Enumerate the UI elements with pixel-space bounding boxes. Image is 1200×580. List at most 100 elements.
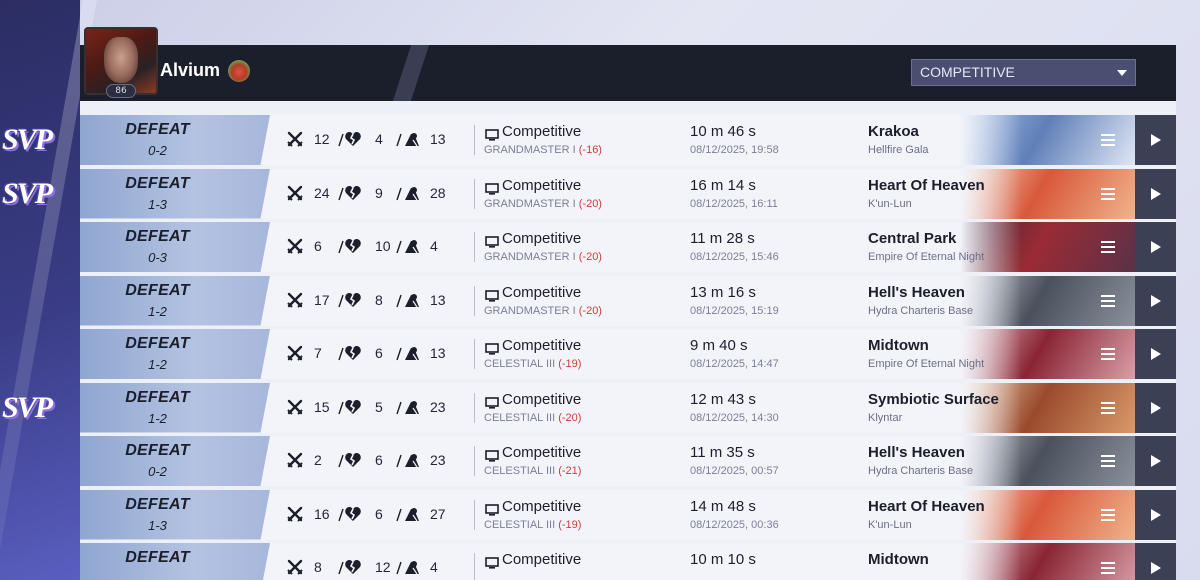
match-row[interactable]: DEFEAT 0-2 2 6 23 Competitive CELESTIAL … bbox=[80, 436, 1176, 486]
menu-icon[interactable] bbox=[1101, 187, 1115, 200]
play-replay-button[interactable] bbox=[1135, 489, 1176, 540]
mode-select-value: COMPETITIVE bbox=[920, 64, 1015, 80]
menu-icon[interactable] bbox=[1101, 348, 1115, 360]
match-row[interactable]: DEFEAT 1-2 15 5 23 Competitive CELESTIAL… bbox=[80, 382, 1176, 433]
map-subtitle: Klyntar bbox=[868, 411, 903, 424]
assists-value: 28 bbox=[430, 184, 446, 201]
kills-value: 6 bbox=[314, 238, 322, 254]
rank-change: (-16) bbox=[578, 144, 602, 156]
result-label: DEFEAT bbox=[125, 281, 190, 299]
play-replay-button[interactable] bbox=[1135, 115, 1176, 165]
svp-badge: SVP bbox=[2, 123, 53, 156]
monitor-icon bbox=[485, 126, 499, 141]
rank-change: (-19) bbox=[558, 518, 582, 531]
rank-text: GRANDMASTER I (-16) bbox=[484, 144, 602, 156]
play-replay-button[interactable] bbox=[1135, 436, 1176, 486]
menu-icon[interactable] bbox=[1101, 508, 1115, 521]
rank-change: (-20) bbox=[578, 304, 602, 317]
map-name: Heart Of Heaven bbox=[868, 176, 985, 194]
map-subtitle: K'un-Lun bbox=[868, 518, 912, 531]
map-name: Krakoa bbox=[868, 123, 919, 140]
match-row[interactable]: DEFEAT 0-3 6 10 4 Competitive GRANDMASTE… bbox=[80, 222, 1176, 272]
rank-change: (-20) bbox=[578, 197, 602, 210]
kills-icon bbox=[286, 184, 304, 202]
play-replay-button[interactable] bbox=[1135, 329, 1176, 379]
rank-text: CELESTIAL III (-21) bbox=[484, 465, 581, 477]
result-cell: DEFEAT 1-2 bbox=[80, 275, 270, 326]
column-divider bbox=[474, 553, 475, 580]
assists-value: 23 bbox=[430, 398, 446, 415]
play-replay-button[interactable] bbox=[1135, 222, 1176, 272]
match-row[interactable]: DEFEAT 1-3 16 6 27 Competitive CELESTIAL… bbox=[80, 489, 1176, 540]
result-label: DEFEAT bbox=[125, 228, 190, 245]
rank-name: CELESTIAL III bbox=[484, 465, 556, 477]
result-cell: DEFEAT 1-3 bbox=[80, 489, 270, 540]
match-row[interactable]: DEFEAT 1-2 7 6 13 Competitive CELESTIAL … bbox=[80, 329, 1176, 379]
assists-value: 4 bbox=[430, 559, 438, 575]
map-name: Hell's Heaven bbox=[868, 444, 965, 461]
rank-text: GRANDMASTER I (-20) bbox=[484, 305, 602, 317]
assists-icon bbox=[403, 558, 421, 576]
assists-icon bbox=[403, 184, 421, 202]
match-row[interactable]: DEFEAT 8 12 4 Competitive 10 m 10 s Midt… bbox=[80, 543, 1176, 580]
map-name: Symbiotic Surface bbox=[868, 390, 999, 408]
mode-select-dropdown[interactable]: COMPETITIVE bbox=[911, 59, 1136, 86]
kills-value: 7 bbox=[314, 345, 322, 361]
score-label: 1-2 bbox=[148, 410, 167, 426]
match-duration: 13 m 16 s bbox=[690, 283, 756, 301]
deaths-icon bbox=[344, 291, 362, 309]
result-cell: DEFEAT 1-2 bbox=[80, 382, 270, 433]
deaths-value: 12 bbox=[375, 559, 391, 575]
avatar-portrait bbox=[104, 37, 138, 83]
player-name: Alvium bbox=[160, 60, 221, 80]
match-row[interactable]: DEFEAT 1-3 24 9 28 Competitive GRANDMAST… bbox=[80, 168, 1176, 219]
mode-name: Competitive bbox=[502, 123, 582, 140]
result-cell: DEFEAT bbox=[80, 543, 270, 580]
result-label: DEFEAT bbox=[125, 174, 190, 192]
match-row[interactable]: DEFEAT 0-2 12 4 13 Competitive GRANDMAST… bbox=[80, 115, 1176, 165]
mode-name: Competitive bbox=[502, 390, 582, 408]
play-replay-button[interactable] bbox=[1135, 168, 1176, 219]
mode-name: Competitive bbox=[502, 176, 582, 194]
kills-icon bbox=[286, 291, 304, 309]
rank-text: CELESTIAL III (-19) bbox=[484, 519, 581, 531]
mode-name: Competitive bbox=[502, 551, 582, 568]
menu-icon[interactable] bbox=[1101, 562, 1115, 574]
mode-name: Competitive bbox=[502, 497, 582, 515]
rank-name: GRANDMASTER I bbox=[484, 251, 576, 263]
deaths-icon bbox=[344, 451, 362, 469]
monitor-icon bbox=[485, 394, 499, 409]
svp-badge: SVP bbox=[2, 176, 53, 210]
play-replay-button[interactable] bbox=[1135, 275, 1176, 326]
result-cell: DEFEAT 1-3 bbox=[80, 168, 270, 219]
result-label: DEFEAT bbox=[125, 549, 190, 566]
match-datetime: 08/12/2025, 19:58 bbox=[690, 144, 779, 156]
assists-icon bbox=[403, 130, 421, 148]
play-replay-button[interactable] bbox=[1135, 382, 1176, 433]
match-row[interactable]: DEFEAT 1-2 17 8 13 Competitive GRANDMAST… bbox=[80, 275, 1176, 326]
menu-icon[interactable] bbox=[1101, 134, 1115, 146]
header-divider bbox=[392, 45, 430, 101]
kills-value: 24 bbox=[314, 184, 330, 201]
map-subtitle: Hydra Charteris Base bbox=[868, 465, 974, 477]
menu-icon[interactable] bbox=[1101, 401, 1115, 414]
play-replay-button[interactable] bbox=[1135, 543, 1176, 580]
kills-value: 8 bbox=[314, 559, 322, 575]
rank-change: (-19) bbox=[558, 358, 582, 370]
menu-icon[interactable] bbox=[1101, 241, 1115, 253]
assists-value: 23 bbox=[430, 452, 446, 468]
result-label: DEFEAT bbox=[125, 495, 190, 513]
score-label: 1-2 bbox=[148, 303, 167, 319]
assists-value: 4 bbox=[430, 238, 438, 254]
rank-emblem-icon bbox=[228, 60, 250, 82]
map-subtitle: K'un-Lun bbox=[868, 197, 912, 210]
menu-icon[interactable] bbox=[1101, 455, 1115, 467]
svp-badge: SVP bbox=[2, 390, 53, 424]
match-datetime: 08/12/2025, 15:46 bbox=[690, 251, 779, 263]
menu-icon[interactable] bbox=[1101, 294, 1115, 307]
kills-value: 16 bbox=[314, 505, 330, 522]
result-cell: DEFEAT 0-2 bbox=[80, 115, 270, 165]
match-duration: 11 m 28 s bbox=[690, 230, 755, 247]
score-label: 0-2 bbox=[148, 143, 167, 158]
rank-change: (-20) bbox=[578, 251, 602, 263]
